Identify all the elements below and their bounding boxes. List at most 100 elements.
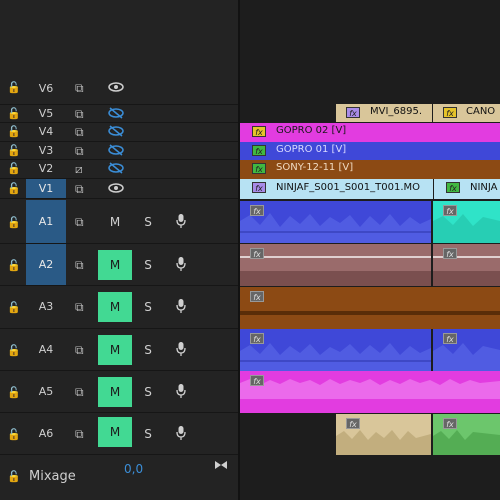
lock-icon[interactable]: 🔓	[7, 145, 21, 157]
clip-v5-cano[interactable]: fx CANO	[433, 104, 500, 122]
clip-label: NINJA	[470, 182, 498, 193]
solo-button-a4[interactable]: S	[140, 343, 156, 357]
eye-hidden-icon[interactable]	[108, 107, 124, 122]
audio-clip-a6[interactable]: fx	[336, 414, 431, 455]
microphone-icon[interactable]	[176, 383, 186, 402]
track-label-a2[interactable]: A2	[26, 244, 66, 285]
eye-icon[interactable]	[108, 81, 124, 96]
clip-lower-band	[240, 271, 431, 286]
lock-icon[interactable]: 🔓	[7, 471, 21, 483]
lock-icon[interactable]: 🔓	[7, 260, 21, 272]
audio-clip-a1[interactable]: fx	[240, 201, 431, 243]
sync-lock-icon[interactable]: ⧉	[75, 300, 84, 314]
sync-lock-icon[interactable]: ⧉	[75, 144, 84, 158]
fx-badge: fx	[252, 145, 266, 156]
audio-clip-a3[interactable]: fx	[240, 287, 500, 329]
sync-lock-icon[interactable]: ⧉	[75, 182, 84, 196]
lock-icon[interactable]: 🔓	[7, 302, 21, 314]
track-label-a5[interactable]: A5	[26, 384, 66, 400]
track-label-v6[interactable]: V6	[26, 81, 66, 97]
fx-badge: fx	[252, 126, 266, 137]
fx-badge: fx	[250, 333, 264, 344]
microphone-icon[interactable]	[176, 341, 186, 360]
sync-lock-icon[interactable]: ⧉	[75, 107, 84, 121]
mixage-volume-value[interactable]: 0,0	[124, 462, 143, 476]
lock-icon[interactable]: 🔓	[7, 108, 21, 120]
track-label-a3[interactable]: A3	[26, 299, 66, 315]
lock-icon[interactable]: 🔓	[7, 387, 21, 399]
clip-label: SONY-12-11 [V]	[276, 162, 354, 173]
track-label-v5[interactable]: V5	[26, 106, 66, 122]
sync-lock-icon[interactable]: ⧉	[75, 215, 84, 229]
clip-v1-ninja[interactable]: fx NINJA	[434, 179, 500, 199]
lock-icon[interactable]: 🔓	[7, 82, 21, 94]
clip-v5-mvi[interactable]: fx MVI_6895.	[336, 104, 432, 122]
eye-hidden-icon[interactable]	[108, 125, 124, 140]
sync-lock-icon[interactable]: ⧉	[75, 385, 84, 399]
lock-icon[interactable]: 🔓	[7, 126, 21, 138]
track-header-panel: 🔓 V6 ⧉ 🔓 V5 ⧉ 🔓 V4 ⧉ 🔓 V3 ⧉ 🔓 V2 ⧄ 🔓 V1 …	[0, 0, 238, 500]
eye-icon[interactable]	[108, 182, 124, 197]
eye-hidden-icon[interactable]	[108, 162, 124, 177]
clip-v1-ninjaf[interactable]: fx NINJAF_S001_S001_T001.MO	[240, 179, 433, 199]
track-label-v3[interactable]: V3	[26, 143, 66, 159]
track-label-a4[interactable]: A4	[26, 342, 66, 358]
lock-icon[interactable]: 🔓	[7, 217, 21, 229]
solo-button-a6[interactable]: S	[140, 427, 156, 441]
track-label-v1[interactable]: V1	[26, 179, 66, 198]
clip-label: MVI_6895.	[370, 106, 423, 117]
fx-badge: fx	[250, 291, 264, 302]
track-label-v4[interactable]: V4	[26, 124, 66, 140]
track-label-a6[interactable]: A6	[26, 426, 66, 442]
microphone-icon[interactable]	[176, 213, 186, 232]
microphone-icon[interactable]	[176, 298, 186, 317]
solo-button-a1[interactable]: S	[140, 215, 156, 229]
lock-icon[interactable]: 🔓	[7, 163, 21, 175]
eye-hidden-icon[interactable]	[108, 144, 124, 159]
sync-lock-icon[interactable]: ⧉	[75, 343, 84, 357]
sync-lock-icon[interactable]: ⧉	[75, 81, 84, 95]
audio-clip-a2-b[interactable]: fx	[433, 244, 500, 286]
mute-button-a5[interactable]: M	[98, 377, 132, 407]
audio-clip-a4[interactable]: fx	[240, 329, 431, 371]
waveform	[240, 379, 500, 399]
fx-badge: fx	[443, 205, 457, 216]
lock-icon[interactable]: 🔓	[7, 429, 21, 441]
sync-lock-icon[interactable]: ⧉	[75, 427, 84, 441]
microphone-icon[interactable]	[176, 425, 186, 444]
clip-v4-gopro02[interactable]: fx GOPRO 02 [V]	[240, 123, 500, 142]
track-header-v5: 🔓 V5 ⧉	[0, 105, 238, 123]
audio-clip-a4-b[interactable]: fx	[433, 329, 500, 371]
audio-clip-a2[interactable]: fx	[240, 244, 431, 286]
clip-v3-gopro01[interactable]: fx GOPRO 01 [V]	[240, 142, 500, 160]
track-label-v2[interactable]: V2	[26, 161, 66, 177]
mute-button-a4[interactable]: M	[98, 335, 132, 365]
audio-clip-a6-b[interactable]: fx	[433, 414, 500, 455]
clip-lower-band	[433, 271, 500, 286]
mute-button-a6[interactable]: M	[98, 417, 132, 447]
lock-icon[interactable]: 🔓	[7, 345, 21, 357]
mute-button-a1[interactable]: M	[98, 207, 132, 237]
fx-badge: fx	[443, 418, 457, 429]
solo-button-a2[interactable]: S	[140, 258, 156, 272]
sync-lock-off-icon[interactable]: ⧄	[75, 162, 83, 176]
clip-label: CANO	[466, 106, 496, 117]
audio-clip-a1-b[interactable]: fx	[433, 201, 500, 243]
sync-lock-icon[interactable]: ⧉	[75, 125, 84, 139]
track-label-a1[interactable]: A1	[26, 200, 66, 243]
track-header-v3: 🔓 V3 ⧉	[0, 142, 238, 160]
audio-clip-a5[interactable]: fx	[240, 371, 500, 413]
clip-v2-sony[interactable]: fx SONY-12-11 [V]	[240, 160, 500, 179]
microphone-icon[interactable]	[176, 256, 186, 275]
track-header-a3: 🔓 A3 ⧉ M S	[0, 286, 238, 329]
clip-center-line	[240, 311, 500, 315]
lock-icon[interactable]: 🔓	[7, 183, 21, 195]
solo-button-a3[interactable]: S	[140, 300, 156, 314]
sync-lock-icon[interactable]: ⧉	[75, 258, 84, 272]
mute-button-a2[interactable]: M	[98, 250, 132, 280]
timeline-area[interactable]: fx MVI_6895. fx CANO fx GOPRO 02 [V] fx …	[240, 0, 500, 500]
volume-line	[240, 256, 431, 258]
mute-button-a3[interactable]: M	[98, 292, 132, 322]
solo-button-a5[interactable]: S	[140, 385, 156, 399]
bowtie-icon[interactable]	[214, 459, 228, 473]
